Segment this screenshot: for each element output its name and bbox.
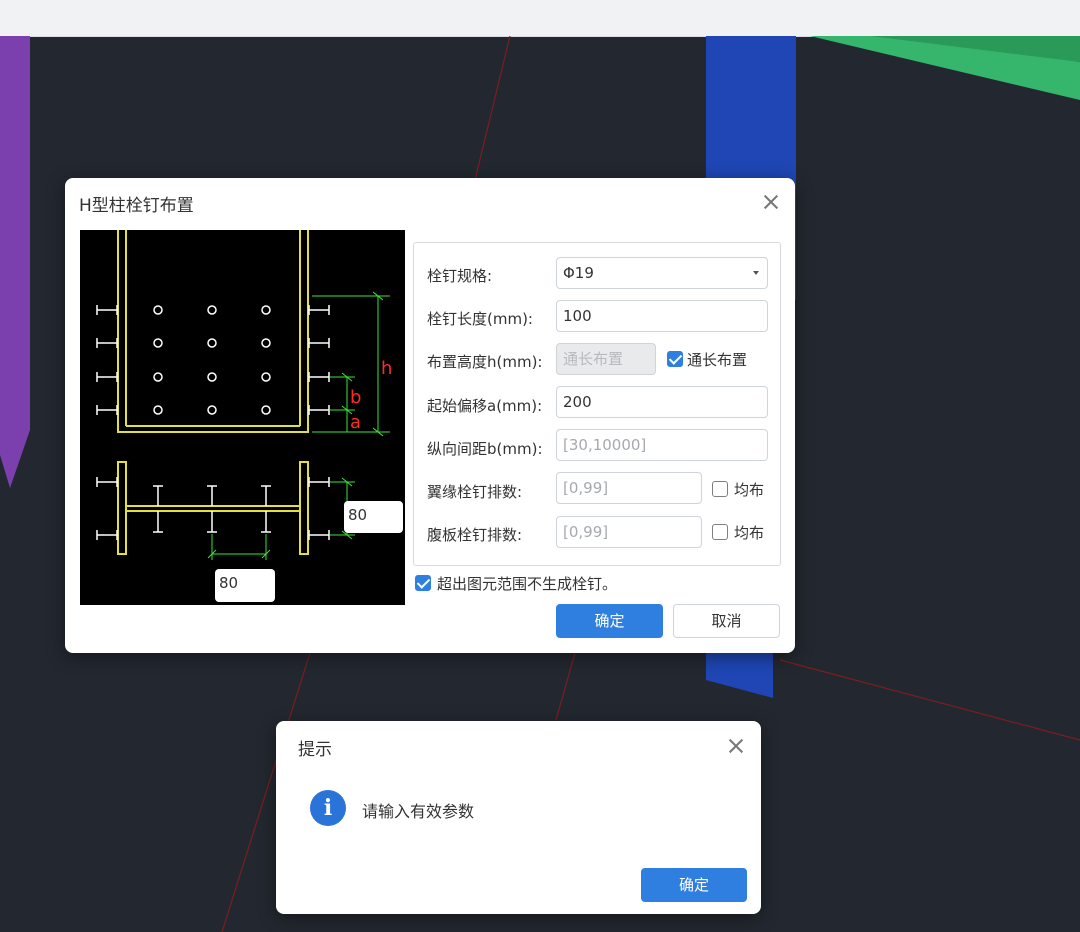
layout-height-input: 通长布置 — [556, 343, 656, 375]
flange-left — [117, 461, 127, 555]
flange-right — [299, 461, 309, 555]
info-icon: i — [310, 790, 346, 826]
diagram-svg: h b a — [96, 230, 392, 560]
dim-label-b: b — [350, 387, 361, 408]
web-section — [125, 505, 301, 512]
full-length-checkbox[interactable] — [667, 351, 683, 367]
web-spacing-input[interactable]: 80 — [215, 569, 275, 602]
stud-length-input[interactable]: 100 — [556, 300, 768, 332]
web-rows-label: 腹板栓钉排数: — [427, 526, 523, 544]
dropdown-arrow-icon[interactable] — [753, 271, 759, 275]
start-offset-label: 起始偏移a(mm): — [427, 397, 543, 415]
cancel-button[interactable]: 取消 — [673, 604, 780, 638]
prompt-ok-button[interactable]: 确定 — [641, 868, 747, 902]
web-even-label: 均布 — [734, 524, 765, 542]
close-icon[interactable] — [727, 737, 745, 755]
stud-length-label: 栓钉长度(mm): — [427, 310, 533, 328]
vertical-spacing-label: 纵向间距b(mm): — [427, 440, 543, 458]
grid-line — [779, 659, 1080, 741]
purple-column-shape — [0, 36, 30, 488]
flange-rows-input[interactable]: [0,99] — [556, 472, 702, 504]
web-even-checkbox[interactable] — [712, 524, 728, 540]
stud-spec-value: Φ19 — [563, 264, 594, 282]
flange-even-checkbox[interactable] — [712, 481, 728, 497]
vertical-spacing-input[interactable]: [30,10000] — [556, 429, 768, 461]
start-offset-input[interactable]: 200 — [556, 386, 768, 418]
full-length-label: 通长布置 — [687, 351, 748, 369]
side-studs — [96, 305, 330, 540]
prompt-title: 提示 — [298, 740, 332, 760]
flange-even-label: 均布 — [734, 481, 765, 499]
stud-layout-diagram: h b a 80 80 — [80, 230, 405, 605]
column-elevation-outline — [117, 230, 309, 433]
dialog-title: H型柱栓钉布置 — [79, 196, 194, 216]
outside-range-checkbox[interactable] — [415, 575, 431, 591]
dim-label-a: a — [350, 412, 361, 433]
parameter-panel: 栓钉规格: Φ19 栓钉长度(mm): 100 布置高度h(mm): 通长布置 … — [413, 242, 781, 566]
flange-spacing-input[interactable]: 80 — [344, 501, 403, 533]
grid-line — [474, 35, 511, 181]
grid-line — [555, 652, 576, 721]
close-icon[interactable] — [762, 193, 780, 211]
layout-height-label: 布置高度h(mm): — [427, 353, 543, 371]
web-rows-input[interactable]: [0,99] — [556, 516, 702, 548]
stud-dots — [153, 305, 271, 415]
stud-spec-label: 栓钉规格: — [427, 267, 493, 285]
flange-rows-label: 翼缘栓钉排数: — [427, 483, 523, 501]
outside-range-label: 超出图元范围不生成栓钉。 — [437, 575, 618, 593]
stud-layout-dialog: H型柱栓钉布置 h b a 80 80 栓钉规格: Φ19 栓钉长度(mm): … — [65, 178, 795, 653]
prompt-message: 请输入有效参数 — [362, 802, 475, 821]
ok-button[interactable]: 确定 — [556, 604, 663, 638]
dim-label-h: h — [381, 358, 392, 379]
stud-spec-select[interactable]: Φ19 — [556, 257, 768, 289]
prompt-dialog: 提示 i 请输入有效参数 确定 — [276, 721, 761, 914]
